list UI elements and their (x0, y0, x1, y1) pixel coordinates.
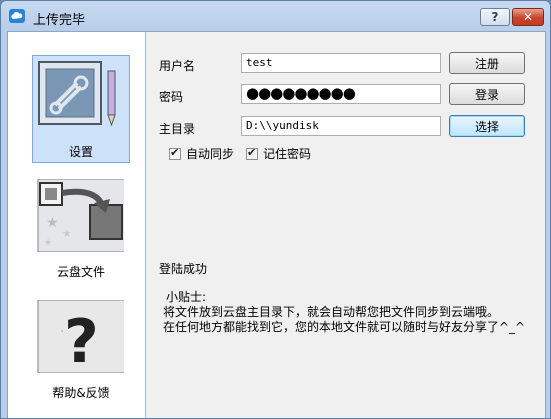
autosync-checkbox[interactable]: ✔ 自动同步 (169, 145, 234, 162)
tips-line-1: 将文件放到云盘主目录下，就会自动帮您把文件同步到云端哦。 (163, 305, 500, 319)
svg-text:★: ★ (62, 227, 72, 240)
homedir-input[interactable]: D:\\yundisk (241, 116, 441, 136)
app-window: 上传完毕 ? ✕ 设置 ★ ★ ★ 云盘文件 ? · 帮助&反馈 用户名 tes… (0, 0, 551, 419)
sidebar-item-label: 云盘文件 (56, 265, 105, 279)
settings-panel: 用户名 test 注册 密码 ●●●●●●●●● 登录 主目录 D:\\yund… (146, 32, 546, 418)
cloud-files-icon: ★ ★ ★ (37, 179, 124, 252)
login-button[interactable]: 登录 (449, 83, 525, 105)
cloud-app-icon (9, 9, 25, 23)
checkbox-box[interactable]: ✔ (169, 145, 181, 160)
username-label: 用户名 (159, 59, 196, 73)
sidebar-item-label: 帮助&反馈 (52, 386, 110, 400)
checkbox-box[interactable]: ✔ (246, 145, 258, 160)
help-button[interactable]: ? (480, 8, 510, 26)
sidebar: 设置 ★ ★ ★ 云盘文件 ? · 帮助&反馈 (8, 32, 146, 418)
status-message: 登陆成功 (159, 262, 208, 276)
help-question-icon: ? · (37, 300, 124, 373)
help-icon: ? (491, 10, 499, 24)
check-icon: ✔ (170, 145, 180, 159)
password-input[interactable]: ●●●●●●●●● (241, 84, 441, 104)
client-area: 设置 ★ ★ ★ 云盘文件 ? · 帮助&反馈 用户名 test 注册 密码 ●… (7, 31, 546, 418)
sidebar-item-help-feedback[interactable]: ? · 帮助&反馈 (32, 297, 130, 405)
sidebar-item-settings[interactable]: 设置 (32, 55, 130, 163)
register-button[interactable]: 注册 (449, 52, 525, 74)
browse-button[interactable]: 选择 (449, 115, 525, 137)
password-label: 密码 (159, 90, 184, 104)
sidebar-item-cloud-files[interactable]: ★ ★ ★ 云盘文件 (32, 176, 130, 284)
remember-password-checkbox[interactable]: ✔ 记住密码 (246, 145, 311, 162)
autosync-label: 自动同步 (186, 147, 235, 161)
window-title: 上传完毕 (33, 13, 86, 28)
tips-block: 小贴士: 将文件放到云盘主目录下，就会自动帮您把文件同步到云端哦。 在任何地方都… (163, 290, 526, 335)
homedir-label: 主目录 (159, 122, 196, 136)
close-icon: ✕ (522, 10, 534, 24)
title-bar[interactable]: 上传完毕 ? ✕ (1, 1, 550, 31)
sidebar-item-label: 设置 (68, 145, 93, 159)
tips-title: 小贴士: (166, 290, 207, 304)
settings-tools-icon (38, 61, 116, 127)
username-input[interactable]: test (241, 53, 441, 73)
remember-password-label: 记住密码 (263, 147, 312, 161)
close-button[interactable]: ✕ (512, 8, 544, 26)
svg-text:★: ★ (44, 238, 52, 248)
svg-text:·: · (60, 324, 64, 340)
svg-text:★: ★ (46, 215, 59, 231)
check-icon: ✔ (247, 145, 257, 159)
tips-line-2: 在任何地方都能找到它，您的本地文件就可以随时与好友分享了^_^ (163, 320, 526, 334)
svg-text:?: ? (64, 307, 99, 373)
